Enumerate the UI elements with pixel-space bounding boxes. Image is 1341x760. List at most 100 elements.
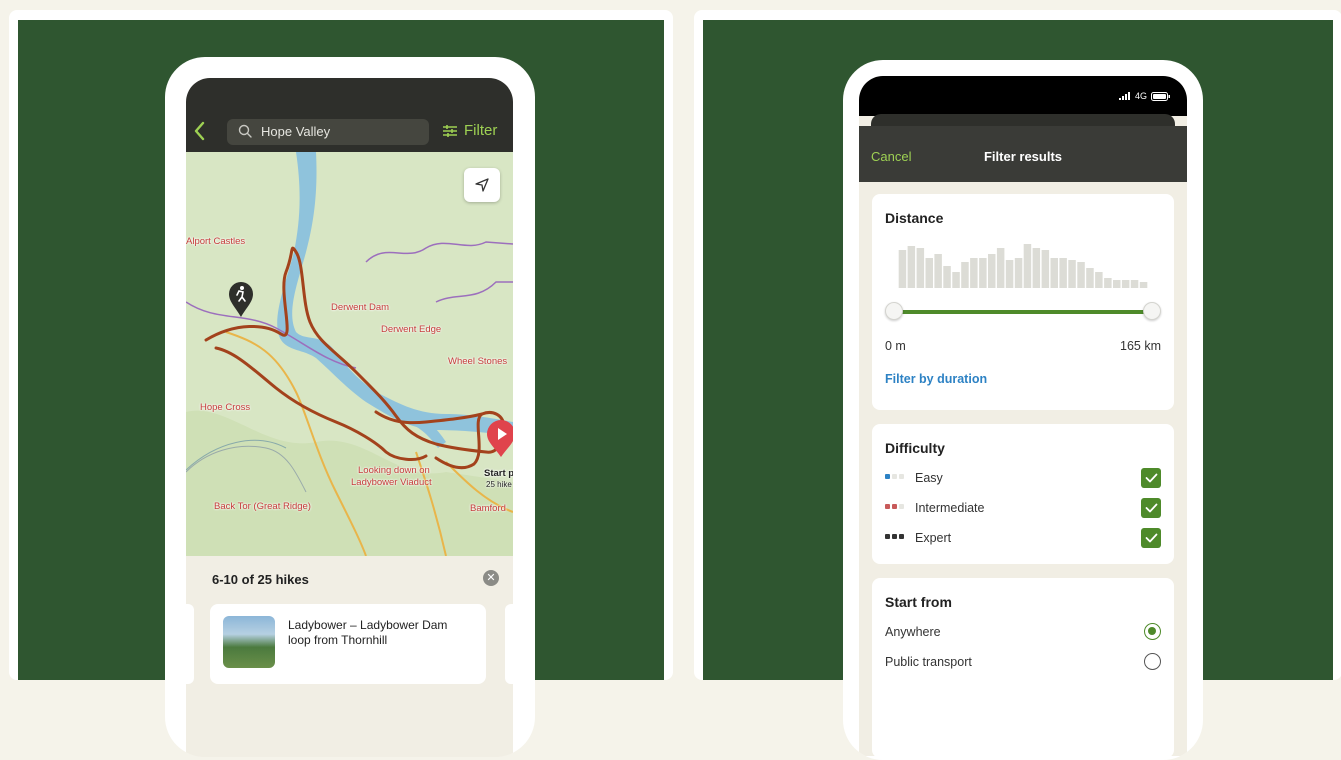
difficulty-dot: [885, 504, 890, 509]
map-view[interactable]: Alport Castles Derwent Dam Derwent Edge …: [186, 152, 513, 556]
distance-slider-max-handle[interactable]: [1143, 302, 1161, 320]
filter-button[interactable]: Filter: [442, 122, 497, 139]
difficulty-checkbox[interactable]: [1141, 528, 1161, 548]
sliders-icon: [443, 124, 457, 137]
difficulty-dots-icon: [885, 504, 904, 509]
poi-wheel-stones[interactable]: Wheel Stones: [448, 356, 507, 367]
search-value: Hope Valley: [261, 124, 331, 139]
difficulty-section: Difficulty Easy Intermediate Expert: [872, 424, 1174, 564]
distance-slider-track[interactable]: [894, 310, 1152, 314]
close-icon: ✕: [486, 572, 496, 584]
prev-card-peek[interactable]: [186, 604, 194, 684]
distance-min-label: 0 m: [885, 339, 906, 353]
navigation-arrow-icon: [475, 178, 489, 192]
difficulty-dot: [899, 534, 904, 539]
difficulty-dot: [892, 534, 897, 539]
start-from-section: Start from Anywhere Public transport: [872, 578, 1174, 756]
histogram-bar: [952, 272, 960, 288]
poi-alport-castles[interactable]: Alport Castles: [186, 236, 245, 247]
histogram-bar: [1059, 258, 1067, 288]
hiker-pin-icon[interactable]: [228, 282, 254, 318]
filter-by-duration-link[interactable]: Filter by duration: [885, 372, 987, 386]
distance-slider-min-handle[interactable]: [885, 302, 903, 320]
poi-derwent-edge[interactable]: Derwent Edge: [381, 324, 441, 335]
back-button[interactable]: [192, 120, 208, 144]
histogram-bar: [1077, 262, 1085, 288]
signal-icon: [1118, 92, 1130, 100]
histogram-bar: [1104, 278, 1112, 288]
distance-title: Distance: [885, 210, 944, 226]
filter-header: Cancel Filter results: [859, 126, 1187, 182]
difficulty-dot: [899, 504, 904, 509]
map-header: Hope Valley Filter: [186, 78, 513, 152]
filter-screen: 4G Cancel Filter results Distance 0 m 16…: [859, 76, 1187, 756]
phone-frame-left: Hope Valley Filter Alport Castles Derwen…: [165, 57, 535, 757]
locate-button[interactable]: [464, 168, 500, 202]
histogram-bar: [1068, 260, 1076, 288]
start-from-option-anywhere[interactable]: Anywhere: [885, 622, 1161, 644]
histogram-bar: [1139, 282, 1148, 288]
histogram-bar: [970, 258, 978, 288]
histogram-bar: [943, 266, 951, 288]
histogram-bar: [1130, 280, 1139, 288]
difficulty-option-easy[interactable]: Easy: [885, 468, 1161, 490]
checkmark-icon: [1145, 503, 1157, 513]
filter-label: Filter: [464, 122, 498, 139]
start-point-count: 25 hike: [486, 480, 512, 489]
start-from-label: Anywhere: [885, 625, 941, 639]
left-panel: Hope Valley Filter Alport Castles Derwen…: [9, 10, 673, 757]
histogram-bar: [898, 250, 907, 288]
distance-max-label: 165 km: [1120, 339, 1161, 353]
map-screen: Hope Valley Filter Alport Castles Derwen…: [186, 78, 513, 757]
close-results-button[interactable]: ✕: [483, 570, 499, 586]
left-panel-background: Hope Valley Filter Alport Castles Derwen…: [18, 20, 664, 757]
poi-derwent-dam[interactable]: Derwent Dam: [331, 302, 389, 313]
difficulty-dot: [892, 504, 897, 509]
poi-hope-cross[interactable]: Hope Cross: [200, 402, 250, 413]
difficulty-dot: [885, 474, 890, 479]
start-from-radio[interactable]: [1144, 623, 1161, 640]
results-panel: 6-10 of 25 hikes ✕ Ladybower – Ladybower…: [186, 556, 513, 757]
phone-frame-right: 4G Cancel Filter results Distance 0 m 16…: [843, 60, 1203, 760]
histogram-bar: [1113, 280, 1121, 288]
poi-back-tor[interactable]: Back Tor (Great Ridge): [214, 501, 311, 512]
poi-looking-down-2[interactable]: Ladybower Viaduct: [351, 477, 432, 488]
histogram-bar: [1041, 250, 1050, 288]
difficulty-option-intermediate[interactable]: Intermediate: [885, 498, 1161, 520]
difficulty-label: Easy: [915, 471, 943, 485]
right-panel-background: 4G Cancel Filter results Distance 0 m 16…: [703, 20, 1333, 760]
histogram-bar: [1086, 268, 1094, 288]
start-from-option-public-transport[interactable]: Public transport: [885, 652, 1161, 674]
start-point-label[interactable]: Start po: [484, 468, 513, 479]
hike-card[interactable]: Ladybower – Ladybower Dam loop from Thor…: [210, 604, 486, 684]
difficulty-label: Expert: [915, 531, 952, 545]
difficulty-checkbox[interactable]: [1141, 498, 1161, 518]
distance-section: Distance 0 m 165 km Filter by duration: [872, 194, 1174, 410]
checkmark-icon: [1145, 533, 1157, 543]
histogram-bar: [1121, 280, 1130, 288]
poi-looking-down-1[interactable]: Looking down on: [358, 465, 430, 476]
difficulty-checkbox[interactable]: [1141, 468, 1161, 488]
histogram-bar: [961, 262, 969, 288]
next-card-peek[interactable]: [505, 604, 513, 684]
start-from-radio[interactable]: [1144, 653, 1161, 670]
histogram-bar: [1023, 244, 1032, 288]
chevron-left-icon: [194, 121, 205, 141]
start-point-pin-icon[interactable]: [486, 420, 513, 458]
search-input[interactable]: Hope Valley: [227, 119, 429, 145]
results-count: 6-10 of 25 hikes: [212, 572, 309, 587]
checkmark-icon: [1145, 473, 1157, 483]
histogram-bar: [996, 248, 1005, 288]
difficulty-option-expert[interactable]: Expert: [885, 528, 1161, 550]
histogram-bar: [1014, 258, 1023, 288]
right-panel: 4G Cancel Filter results Distance 0 m 16…: [694, 10, 1341, 760]
histogram-bar: [1005, 260, 1014, 288]
distance-histogram: [898, 244, 1148, 288]
battery-icon: [1151, 91, 1170, 101]
difficulty-dot: [899, 474, 904, 479]
difficulty-dot: [885, 534, 890, 539]
poi-bamford[interactable]: Bamford: [470, 503, 506, 514]
histogram-bar: [916, 248, 925, 288]
network-type: 4G: [1134, 91, 1147, 101]
status-icons: 4G: [1118, 91, 1171, 101]
